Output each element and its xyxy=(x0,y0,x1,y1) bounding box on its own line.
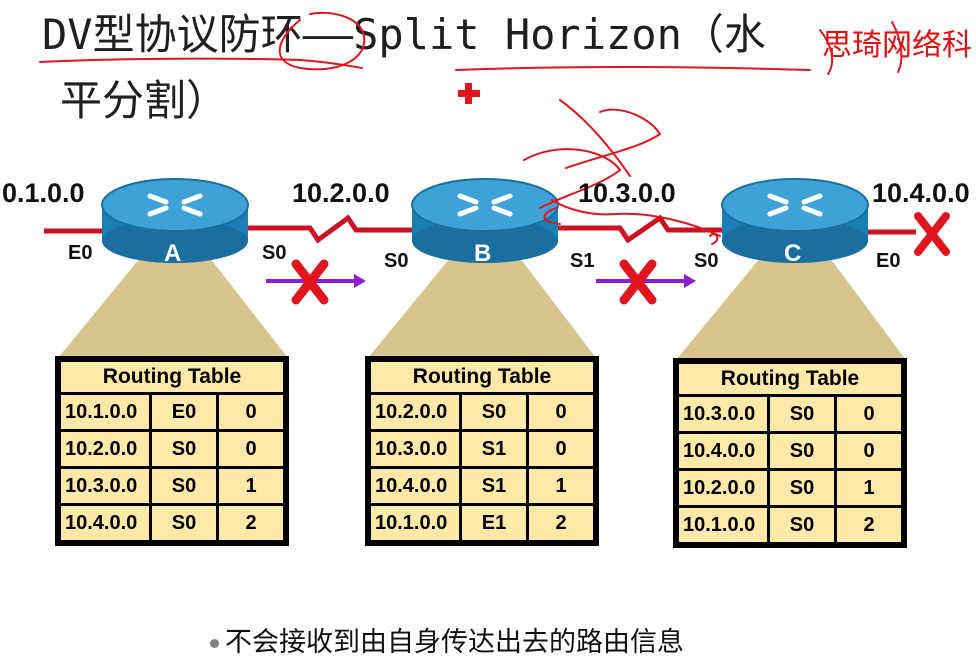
routing-table-title: Routing Table xyxy=(61,362,283,392)
routing-table-c: Routing Table 10.3.0.0 S0 0 10.4.0.0 S0 0 10… xyxy=(673,358,907,548)
router-b-if-right: S1 xyxy=(570,250,595,272)
router-a-label: A xyxy=(164,240,182,267)
table-row: 10.2.0.0 S0 1 xyxy=(679,471,901,505)
interface-cell: S0 xyxy=(152,469,216,503)
interface-cell: S0 xyxy=(152,506,216,540)
table-row: 10.1.0.0 E0 0 xyxy=(61,395,283,429)
interface-cell: E0 xyxy=(152,395,216,429)
cursor-cross-icon xyxy=(458,83,480,104)
metric-cell: 0 xyxy=(837,434,901,468)
router-a-cone xyxy=(58,258,288,358)
topology-diagram xyxy=(39,11,950,360)
routing-table-title: Routing Table xyxy=(371,362,593,392)
network-cell: 10.2.0.0 xyxy=(61,432,149,466)
router-b-if-left: S0 xyxy=(384,250,409,272)
interface-cell: S0 xyxy=(770,397,834,431)
network-label-2: 10.2.0.0 xyxy=(292,178,390,208)
network-cell: 10.3.0.0 xyxy=(679,397,767,431)
router-a-if-right: S0 xyxy=(262,242,287,264)
routing-table-a: Routing Table 10.1.0.0 E0 0 10.2.0.0 S0 0 10… xyxy=(55,356,289,546)
network-cell: 10.1.0.0 xyxy=(61,395,149,429)
metric-cell: 2 xyxy=(837,508,901,542)
network-cell: 10.2.0.0 xyxy=(371,395,459,429)
interface-cell: S0 xyxy=(152,432,216,466)
network-cell: 10.4.0.0 xyxy=(371,469,459,503)
metric-cell: 1 xyxy=(529,469,593,503)
network-cell: 10.4.0.0 xyxy=(61,506,149,540)
router-c-cone xyxy=(676,258,906,360)
interface-cell: S0 xyxy=(462,395,526,429)
interface-cell: E1 xyxy=(462,506,526,540)
metric-cell: 1 xyxy=(837,471,901,505)
router-a-if-left: E0 xyxy=(68,242,93,264)
router-c-label: C xyxy=(784,240,802,267)
caption-bullet-item: 不会接收到由自身传达出去的路由信息 xyxy=(210,620,684,659)
link-down-x-icon xyxy=(914,212,950,256)
network-cell: 10.3.0.0 xyxy=(61,469,149,503)
network-label-4: 10.4.0.0 xyxy=(872,178,970,208)
table-row: 10.3.0.0 S1 0 xyxy=(371,432,593,466)
routing-table-title: Routing Table xyxy=(679,364,901,394)
table-row: 10.4.0.0 S0 0 xyxy=(679,434,901,468)
metric-cell: 0 xyxy=(219,432,283,466)
network-label-1: 0.1.0.0 xyxy=(2,178,85,208)
network-cell: 10.2.0.0 xyxy=(679,471,767,505)
table-row: 10.2.0.0 S0 0 xyxy=(371,395,593,429)
interface-cell: S0 xyxy=(770,471,834,505)
table-row: 10.3.0.0 S0 1 xyxy=(61,469,283,503)
interface-cell: S1 xyxy=(462,432,526,466)
serial-link-ab xyxy=(240,214,422,244)
metric-cell: 1 xyxy=(219,469,283,503)
caption-text: 不会接收到由自身传达出去的路由信息 xyxy=(225,627,684,658)
router-b-cone xyxy=(368,258,596,358)
router-c-if-left: S0 xyxy=(694,250,719,272)
metric-cell: 0 xyxy=(529,395,593,429)
table-row: 10.2.0.0 S0 0 xyxy=(61,432,283,466)
interface-cell: S0 xyxy=(770,434,834,468)
network-cell: 10.1.0.0 xyxy=(371,506,459,540)
network-cell: 10.1.0.0 xyxy=(679,508,767,542)
bullet-icon xyxy=(210,639,219,648)
routing-table-b: Routing Table 10.2.0.0 S0 0 10.3.0.0 S1 0 10… xyxy=(365,356,599,546)
interface-cell: S1 xyxy=(462,469,526,503)
metric-cell: 0 xyxy=(837,397,901,431)
router-c-if-right: E0 xyxy=(876,250,901,272)
metric-cell: 2 xyxy=(219,506,283,540)
interface-cell: S0 xyxy=(770,508,834,542)
table-row: 10.3.0.0 S0 0 xyxy=(679,397,901,431)
network-cell: 10.4.0.0 xyxy=(679,434,767,468)
metric-cell: 2 xyxy=(529,506,593,540)
metric-cell: 0 xyxy=(529,432,593,466)
network-label-3: 10.3.0.0 xyxy=(578,178,676,208)
metric-cell: 0 xyxy=(219,395,283,429)
network-cell: 10.3.0.0 xyxy=(371,432,459,466)
router-b-label: B xyxy=(474,240,492,267)
table-row: 10.4.0.0 S1 1 xyxy=(371,469,593,503)
table-row: 10.1.0.0 E1 2 xyxy=(371,506,593,540)
table-row: 10.4.0.0 S0 2 xyxy=(61,506,283,540)
table-row: 10.1.0.0 S0 2 xyxy=(679,508,901,542)
